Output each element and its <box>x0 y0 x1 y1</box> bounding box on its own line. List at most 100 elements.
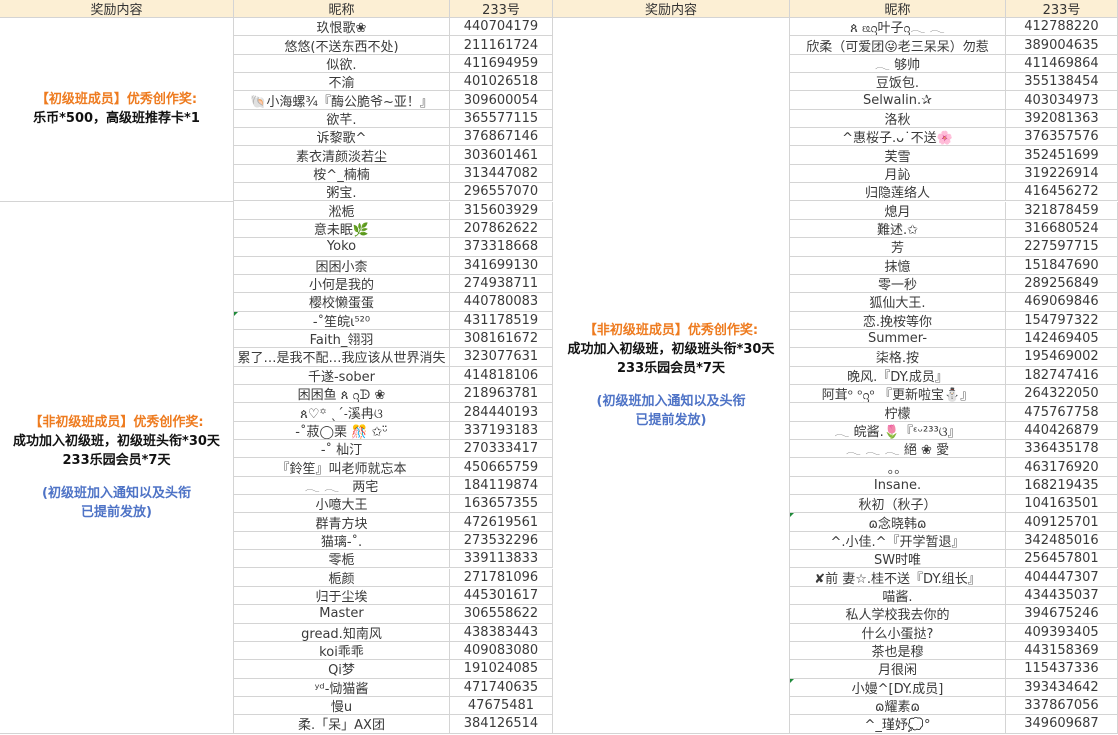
nickname-cell[interactable]: 私人学校我去你的 <box>790 605 1006 624</box>
nickname-cell[interactable]: 月很闲 <box>790 660 1006 679</box>
nickname-cell[interactable]: ^_瑾妤💭° <box>790 715 1006 734</box>
nickname-cell[interactable]: 意未眠🌿 <box>234 219 450 239</box>
id-cell[interactable]: 411694959 <box>450 54 553 74</box>
nickname-cell[interactable]: 『鈴笙』叫老师就忘本 <box>234 458 450 477</box>
id-cell[interactable]: 376357576 <box>1006 128 1118 147</box>
id-cell[interactable]: 163657355 <box>450 495 553 514</box>
nickname-cell[interactable]: 零一秒 <box>790 274 1006 294</box>
nickname-cell[interactable]: 小何是我的 <box>234 274 450 294</box>
id-cell[interactable]: 115437336 <box>1006 660 1118 679</box>
nickname-cell[interactable]: 悠悠(不送东西不处) <box>234 36 450 55</box>
id-cell[interactable]: 256457801 <box>1006 550 1118 569</box>
nickname-cell[interactable]: 喵酱. <box>790 586 1006 606</box>
id-cell[interactable]: 409393405 <box>1006 623 1118 642</box>
nickname-cell[interactable]: Faith_翎羽 <box>234 329 450 349</box>
id-cell[interactable]: 182747416 <box>1006 366 1118 385</box>
id-cell[interactable]: 319226914 <box>1006 164 1118 184</box>
id-cell[interactable]: 154797322 <box>1006 311 1118 330</box>
id-cell[interactable]: 438383443 <box>450 623 553 642</box>
id-cell[interactable]: 321878459 <box>1006 201 1118 220</box>
id-cell[interactable]: 440426879 <box>1006 421 1118 441</box>
id-cell[interactable]: 394675246 <box>1006 605 1118 624</box>
nickname-cell[interactable]: 月訫 <box>790 164 1006 184</box>
id-cell[interactable]: 184119874 <box>450 476 553 496</box>
id-cell[interactable]: 445301617 <box>450 586 553 606</box>
id-cell[interactable]: 315603929 <box>450 201 553 220</box>
nickname-cell[interactable]: Selwalin.✰ <box>790 91 1006 110</box>
nickname-cell[interactable]: 樱校懒蛋蛋 <box>234 293 450 312</box>
nickname-cell[interactable]: 茶也是穆 <box>790 641 1006 661</box>
id-cell[interactable]: 306558622 <box>450 605 553 624</box>
nickname-cell[interactable]: 🐚小海螺¾『酶公脆爷~亚！』 <box>234 91 450 110</box>
nickname-cell[interactable]: ^.小佳.^『开学暂退』 <box>790 531 1006 551</box>
header-nickname[interactable]: 昵称 <box>234 0 450 18</box>
nickname-cell[interactable]: gread.知南风 <box>234 623 450 642</box>
id-cell[interactable]: 211161724 <box>450 36 553 55</box>
nickname-cell[interactable]: 不渝 <box>234 73 450 92</box>
reward-cell[interactable]: 【非初级班成员】优秀创作奖: 成功加入初级班，初级班头衔*30天 233乐园会员*7… <box>553 18 790 734</box>
nickname-cell[interactable]: koi乖乖 <box>234 641 450 661</box>
id-cell[interactable]: 403034973 <box>1006 91 1118 110</box>
nickname-cell[interactable]: 抹憶 <box>790 256 1006 275</box>
nickname-cell[interactable]: 狐仙大王. <box>790 293 1006 312</box>
nickname-cell[interactable]: 柒格.按 <box>790 348 1006 367</box>
nickname-cell[interactable]: 困困小柰 <box>234 256 450 275</box>
id-cell[interactable]: 273532296 <box>450 531 553 551</box>
id-cell[interactable]: 471740635 <box>450 678 553 697</box>
id-cell[interactable]: 409083080 <box>450 641 553 661</box>
id-cell[interactable]: 47675481 <box>450 696 553 716</box>
nickname-cell[interactable]: -˚菽◯栗 🎊 ✩ᵕ̈ <box>234 421 450 441</box>
nickname-cell[interactable]: 晚风.『DY.成员』 <box>790 366 1006 385</box>
id-cell[interactable]: 342485016 <box>1006 531 1118 551</box>
nickname-cell[interactable]: 千遂-sober <box>234 366 450 385</box>
id-cell[interactable]: 414818106 <box>450 366 553 385</box>
id-cell[interactable]: 271781096 <box>450 568 553 587</box>
nickname-cell[interactable]: 洛秋 <box>790 109 1006 129</box>
nickname-cell[interactable]: 𓂃 够帅 <box>790 54 1006 74</box>
nickname-cell[interactable]: 零栀 <box>234 550 450 569</box>
id-cell[interactable]: 349609687 <box>1006 715 1118 734</box>
id-cell[interactable]: 337867056 <box>1006 696 1118 716</box>
nickname-cell[interactable]: 栀颜 <box>234 568 450 587</box>
id-cell[interactable]: 168219435 <box>1006 476 1118 496</box>
nickname-cell[interactable]: 𓂃 𓂃 𓂃 絕 ❀ 愛 <box>790 440 1006 459</box>
id-cell[interactable]: 207862622 <box>450 219 553 239</box>
nickname-cell[interactable]: 玖恨歌❀ <box>234 18 450 37</box>
nickname-cell[interactable]: ʸᵈ-恸猫酱 <box>234 678 450 697</box>
id-cell[interactable]: 469069846 <box>1006 293 1118 312</box>
id-cell[interactable]: 303601461 <box>450 146 553 165</box>
id-cell[interactable]: 355138454 <box>1006 73 1118 92</box>
nickname-cell[interactable]: Yoko <box>234 238 450 257</box>
id-cell[interactable]: 284440193 <box>450 403 553 422</box>
id-cell[interactable]: 341699130 <box>450 256 553 275</box>
id-cell[interactable]: 270333417 <box>450 440 553 459</box>
nickname-cell[interactable]: 似欲. <box>234 54 450 74</box>
id-cell[interactable]: 440780083 <box>450 293 553 312</box>
id-cell[interactable]: 431178519 <box>450 311 553 330</box>
id-cell[interactable]: 309600054 <box>450 91 553 110</box>
nickname-cell[interactable]: 難述.✩ <box>790 219 1006 239</box>
nickname-cell[interactable]: 恋.挽桉等你 <box>790 311 1006 330</box>
id-cell[interactable]: 475767758 <box>1006 403 1118 422</box>
nickname-cell[interactable]: ɷ耀素ɷ <box>790 696 1006 716</box>
id-cell[interactable]: 440704179 <box>450 18 553 37</box>
id-cell[interactable]: 142469405 <box>1006 329 1118 349</box>
id-cell[interactable]: 352451699 <box>1006 146 1118 165</box>
id-cell[interactable]: 389004635 <box>1006 36 1118 55</box>
nickname-cell[interactable]: Master <box>234 605 450 624</box>
nickname-cell[interactable]: 秋初（秋子） <box>790 495 1006 514</box>
nickname-cell[interactable]: ጰ♡꙳ ˎˊ˗溪冉ଓ <box>234 403 450 422</box>
id-cell[interactable]: 227597715 <box>1006 238 1118 257</box>
nickname-cell[interactable]: 𓂃 𓂃 两宅 <box>234 476 450 496</box>
id-cell[interactable]: 409125701 <box>1006 513 1118 532</box>
nickname-cell[interactable]: 什么小蛋挞? <box>790 623 1006 642</box>
id-cell[interactable]: 104163501 <box>1006 495 1118 514</box>
id-cell[interactable]: 384126514 <box>450 715 553 734</box>
id-cell[interactable]: 195469002 <box>1006 348 1118 367</box>
nickname-cell[interactable]: ✘前 妻☆.桂不送『DY.组长』 <box>790 568 1006 587</box>
nickname-cell[interactable]: 淞栀 <box>234 201 450 220</box>
nickname-cell[interactable]: 归隐莲络人 <box>790 183 1006 202</box>
id-cell[interactable]: 472619561 <box>450 513 553 532</box>
nickname-cell[interactable]: 粥宝. <box>234 183 450 202</box>
nickname-cell[interactable]: 小噫大王 <box>234 495 450 514</box>
